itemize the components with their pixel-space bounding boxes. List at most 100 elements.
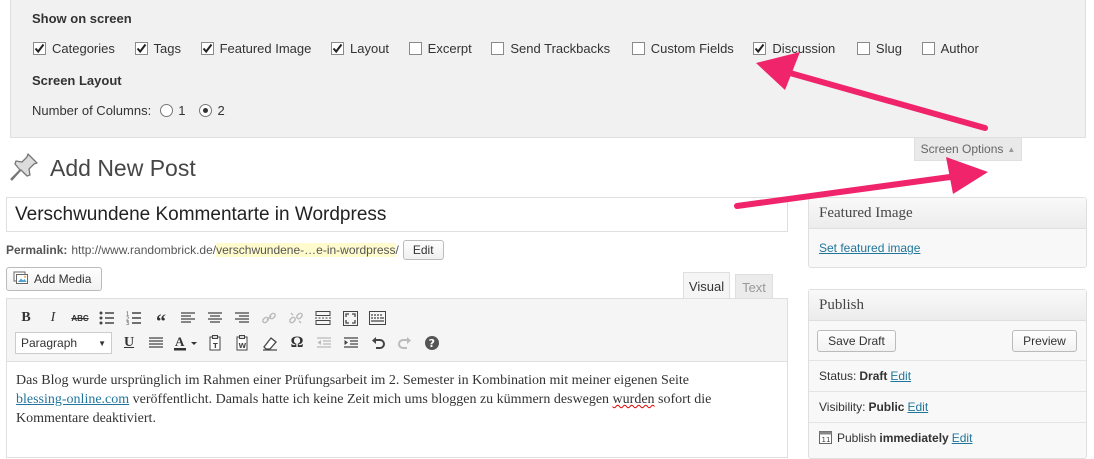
tab-text[interactable]: Text: [735, 274, 773, 299]
numbered-list-icon[interactable]: 123: [123, 307, 145, 329]
checkbox-label: Featured Image: [219, 41, 312, 56]
post-title-input[interactable]: Verschwundene Kommentarte in Wordpress: [6, 197, 788, 232]
paste-word-icon[interactable]: W: [232, 332, 254, 354]
screen-options-tab[interactable]: Screen Options ▲: [914, 138, 1022, 161]
permalink-edit-button[interactable]: Edit: [402, 240, 444, 260]
page-title-text: Add New Post: [50, 155, 196, 181]
special-character-icon[interactable]: Ω: [286, 332, 308, 354]
blockquote-icon[interactable]: “: [150, 303, 172, 333]
checkbox-discussion[interactable]: Discussion: [753, 41, 835, 56]
post-editor: B I ABC 123 “ Paragraph ▼ U A T W Ω ? Da…: [6, 298, 788, 458]
status-row: Status: Draft Edit: [809, 360, 1086, 391]
screen-layout-heading: Screen Layout: [32, 73, 122, 88]
underline-icon[interactable]: U: [118, 332, 140, 354]
editor-content[interactable]: Das Blog wurde ursprünglich im Rahmen ei…: [16, 371, 776, 428]
align-center-icon[interactable]: [204, 307, 226, 329]
svg-text:T: T: [213, 342, 218, 350]
checkbox-featured-image[interactable]: Featured Image: [200, 41, 312, 56]
kitchen-sink-icon[interactable]: [366, 307, 388, 329]
justify-icon[interactable]: [145, 332, 167, 354]
svg-text:?: ?: [429, 337, 435, 350]
dropdown-arrow-icon: ▼: [98, 338, 106, 348]
permalink-slug[interactable]: verschwundene-…e-in-wordpress: [216, 243, 396, 257]
checkbox-excerpt[interactable]: Excerpt: [408, 41, 472, 56]
checkbox-categories[interactable]: Categories: [33, 41, 115, 56]
italic-icon[interactable]: I: [42, 307, 64, 329]
checkbox-box[interactable]: [753, 42, 767, 55]
tab-visual[interactable]: Visual: [683, 272, 730, 299]
blessing-online-link[interactable]: blessing-online.com: [16, 392, 129, 407]
editor-text: veröffentlicht. Damals hatte ich keine Z…: [129, 392, 613, 407]
radio-columns-2[interactable]: [199, 104, 213, 117]
publish-box: Publish Save Draft Preview Status: Draft…: [808, 289, 1087, 459]
radio-label-1: 1: [178, 103, 186, 118]
publish-label: Publish: [837, 431, 877, 445]
add-media-button[interactable]: Add Media: [6, 267, 102, 291]
checkbox-box[interactable]: [134, 42, 148, 55]
bullet-list-icon[interactable]: [96, 307, 118, 329]
checkbox-tags[interactable]: Tags: [134, 41, 181, 56]
svg-text:11: 11: [822, 436, 831, 444]
visibility-row: Visibility: Public Edit: [809, 391, 1086, 422]
checkbox-custom-fields[interactable]: Custom Fields: [631, 41, 734, 56]
undo-icon[interactable]: [367, 332, 389, 354]
checkbox-box[interactable]: [491, 42, 505, 55]
set-featured-image-link[interactable]: Set featured image: [819, 241, 920, 255]
insert-link-icon[interactable]: [258, 307, 280, 329]
checkbox-layout[interactable]: Layout: [331, 41, 389, 56]
format-select[interactable]: Paragraph ▼: [15, 332, 112, 354]
align-left-icon[interactable]: [177, 307, 199, 329]
checkbox-label: Layout: [350, 41, 390, 56]
show-on-screen-heading: Show on screen: [32, 11, 132, 26]
featured-image-box: Featured Image Set featured image: [808, 197, 1087, 268]
permalink-row: Permalink: http://www.randombrick.de/ ve…: [6, 240, 444, 260]
clear-formatting-icon[interactable]: [259, 332, 281, 354]
checkbox-send-trackbacks[interactable]: Send Trackbacks: [491, 41, 610, 56]
bold-icon[interactable]: B: [15, 307, 37, 329]
checkbox-label: Tags: [153, 41, 181, 56]
toolbar-row-2: Paragraph ▼ U A T W Ω ?: [15, 332, 448, 354]
save-draft-button[interactable]: Save Draft: [817, 330, 896, 352]
checkbox-label: Discussion: [772, 41, 836, 56]
checkbox-box[interactable]: [200, 42, 214, 55]
checkbox-author[interactable]: Author: [921, 41, 979, 56]
media-icon: [13, 271, 29, 288]
checkbox-box[interactable]: [408, 42, 422, 55]
editor-text: Kommentare deaktiviert.: [16, 411, 156, 426]
checkbox-box[interactable]: [331, 42, 344, 55]
paste-text-icon[interactable]: T: [205, 332, 227, 354]
checkbox-box[interactable]: [921, 42, 935, 55]
text-color-icon[interactable]: A: [172, 332, 200, 354]
svg-text:3: 3: [126, 321, 129, 325]
checkbox-box[interactable]: [856, 42, 870, 55]
publish-edit-link[interactable]: Edit: [952, 431, 973, 445]
help-icon[interactable]: ?: [421, 332, 443, 354]
toolbar-row-1: B I ABC 123 “: [15, 303, 393, 333]
indent-icon[interactable]: [340, 332, 362, 354]
status-edit-link[interactable]: Edit: [890, 369, 911, 383]
misspelled-word: wurden: [612, 392, 655, 407]
columns-label: Number of Columns:: [32, 103, 152, 118]
radio-columns-1[interactable]: [160, 104, 174, 117]
checkbox-label: Slug: [875, 41, 902, 56]
outdent-icon[interactable]: [313, 332, 335, 354]
checkbox-slug[interactable]: Slug: [856, 41, 902, 56]
unlink-icon[interactable]: [285, 307, 307, 329]
redo-icon[interactable]: [394, 332, 416, 354]
publish-time-row: 11 Publish immediately Edit: [809, 422, 1086, 453]
preview-button[interactable]: Preview: [1012, 330, 1077, 352]
show-on-screen-options: Categories Tags Featured Image Layout Ex…: [33, 41, 979, 57]
read-more-icon[interactable]: [312, 307, 334, 329]
visibility-value: Public: [868, 400, 905, 414]
publish-title: Publish: [809, 290, 1086, 321]
checkbox-box[interactable]: [33, 42, 46, 55]
checkbox-label: Categories: [52, 41, 115, 56]
page-title: Add New Post: [8, 151, 196, 186]
editor-toolbar: B I ABC 123 “ Paragraph ▼ U A T W Ω ?: [7, 299, 787, 362]
checkbox-box[interactable]: [631, 42, 645, 55]
align-right-icon[interactable]: [231, 307, 253, 329]
checkbox-label: Author: [940, 41, 979, 56]
strikethrough-icon[interactable]: ABC: [69, 307, 91, 329]
visibility-edit-link[interactable]: Edit: [907, 400, 928, 414]
fullscreen-icon[interactable]: [339, 307, 361, 329]
